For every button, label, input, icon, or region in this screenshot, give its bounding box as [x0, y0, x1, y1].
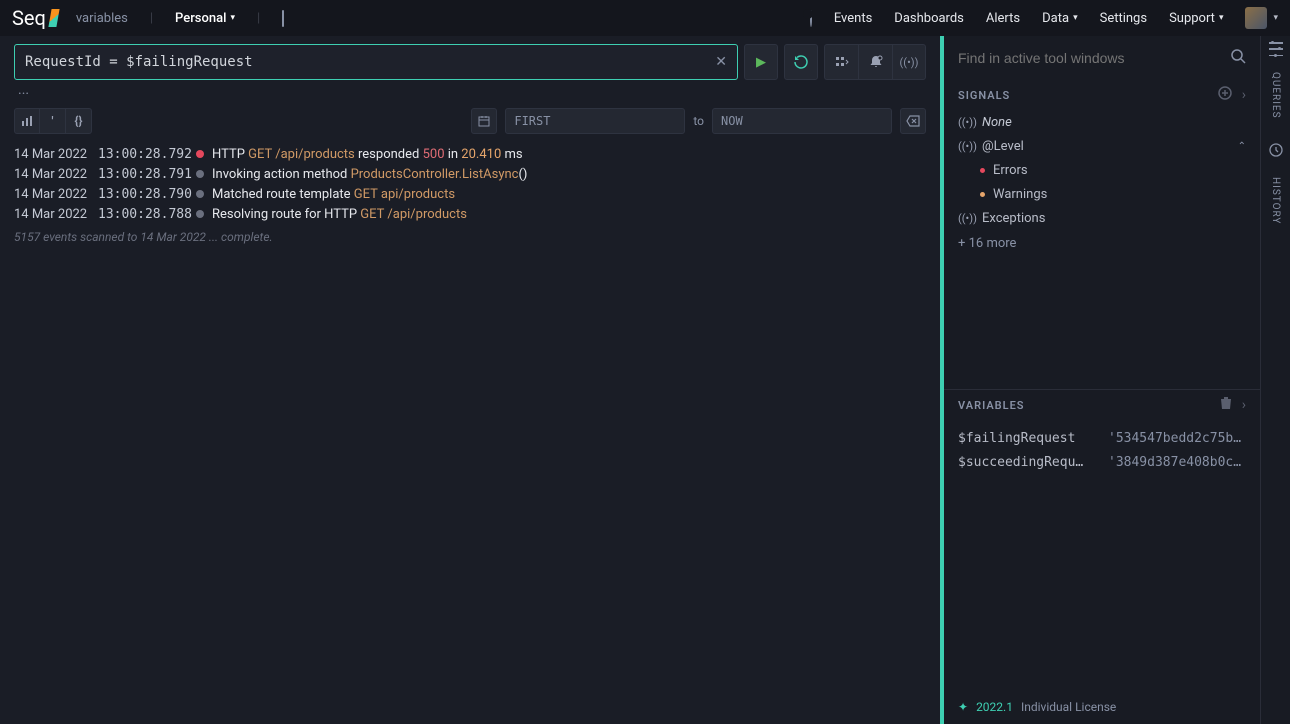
variable-value: '534547bedd2c75b…: [1108, 431, 1246, 446]
warning-dot-icon: [980, 192, 985, 197]
calendar-button[interactable]: [471, 108, 497, 134]
variable-row[interactable]: $failingRequest '534547bedd2c75b…: [958, 426, 1246, 450]
collapse-signals-button[interactable]: ›: [1242, 87, 1246, 103]
signal-none[interactable]: ((•)) None: [958, 110, 1246, 134]
collapse-variables-button[interactable]: ›: [1242, 397, 1246, 413]
event-date: 14 Mar 2022: [14, 187, 90, 202]
alerts-button[interactable]: [858, 44, 892, 80]
refresh-button[interactable]: [784, 44, 818, 80]
theme-toggle-icon[interactable]: [810, 11, 812, 26]
event-time: 13:00:28.790: [98, 187, 188, 202]
event-row[interactable]: 14 Mar 2022 13:00:28.791 Invoking action…: [14, 164, 926, 184]
history-tab[interactable]: HISTORY: [1270, 173, 1281, 228]
query-input[interactable]: [25, 54, 715, 70]
event-message: Matched route template GET api/products: [212, 187, 455, 202]
nav-dashboards[interactable]: Dashboards: [894, 11, 964, 26]
signal-exceptions[interactable]: ((•)) Exceptions: [958, 206, 1246, 230]
event-message: Resolving route for HTTP GET /api/produc…: [212, 207, 467, 222]
signal-button[interactable]: ((•)): [892, 44, 926, 80]
tick-view-button[interactable]: ': [40, 108, 66, 134]
event-date: 14 Mar 2022: [14, 167, 90, 182]
to-label: to: [693, 114, 704, 128]
error-dot-icon: [980, 168, 985, 173]
signal-errors[interactable]: Errors: [958, 158, 1246, 182]
workspace-dropdown[interactable]: Personal▾: [175, 11, 235, 26]
clear-time-button[interactable]: [900, 108, 926, 134]
variables-heading: VARIABLES: [958, 399, 1025, 412]
save-icon[interactable]: [282, 11, 284, 26]
signal-icon: ((•)): [958, 140, 974, 153]
signal-level[interactable]: ((•)) @Level ⌃: [958, 134, 1246, 158]
nav-alerts[interactable]: Alerts: [986, 11, 1020, 26]
nav-data[interactable]: Data▾: [1042, 11, 1077, 26]
variable-value: '3849d387e408b0c…: [1108, 455, 1246, 470]
user-menu-chevron[interactable]: ▾: [1273, 13, 1278, 23]
suggestions-ellipsis: ...: [0, 80, 940, 100]
queries-tab[interactable]: QUERIES: [1270, 68, 1281, 123]
add-signal-button[interactable]: [1218, 86, 1232, 104]
scan-status: 5157 events scanned to 14 Mar 2022 ... c…: [0, 226, 940, 248]
signal-icon: ((•)): [958, 116, 974, 129]
time-from-input[interactable]: [505, 108, 685, 134]
avatar[interactable]: [1245, 7, 1267, 29]
run-button[interactable]: ▶: [744, 44, 778, 80]
chart-view-button[interactable]: [14, 108, 40, 134]
json-view-button[interactable]: {}: [66, 108, 92, 134]
level-dot-icon: [196, 210, 204, 218]
nav-support[interactable]: Support▾: [1169, 11, 1223, 26]
event-time: 13:00:28.788: [98, 207, 188, 222]
event-time: 13:00:28.792: [98, 147, 188, 162]
event-date: 14 Mar 2022: [14, 207, 90, 222]
event-date: 14 Mar 2022: [14, 147, 90, 162]
event-row[interactable]: 14 Mar 2022 13:00:28.792 HTTP GET /api/p…: [14, 144, 926, 164]
chevron-up-icon: ⌃: [1238, 141, 1246, 152]
variable-name: $succeedingReque…: [958, 455, 1088, 470]
search-icon[interactable]: [1230, 48, 1246, 68]
queries-tab-icon[interactable]: [1269, 42, 1283, 56]
signal-warnings[interactable]: Warnings: [958, 182, 1246, 206]
variable-name: $failingRequest: [958, 431, 1088, 446]
breadcrumb-label: variables: [76, 11, 128, 26]
level-dot-icon: [196, 150, 204, 158]
level-dot-icon: [196, 190, 204, 198]
event-message: Invoking action method ProductsControlle…: [212, 167, 527, 182]
find-input[interactable]: [958, 50, 1230, 66]
level-dot-icon: [196, 170, 204, 178]
signals-heading: SIGNALS: [958, 89, 1010, 102]
event-row[interactable]: 14 Mar 2022 13:00:28.790 Matched route t…: [14, 184, 926, 204]
delete-variables-button[interactable]: [1220, 396, 1232, 414]
version-label[interactable]: 2022.1: [976, 700, 1013, 714]
variable-row[interactable]: $succeedingReque… '3849d387e408b0c…: [958, 450, 1246, 474]
app-logo[interactable]: Seq: [12, 6, 58, 30]
clear-query-icon[interactable]: ✕: [715, 54, 727, 70]
signals-more[interactable]: + 16 more: [958, 230, 1246, 251]
time-to-input[interactable]: [712, 108, 892, 134]
columns-button[interactable]: [824, 44, 858, 80]
event-row[interactable]: 14 Mar 2022 13:00:28.788 Resolving route…: [14, 204, 926, 224]
nav-settings[interactable]: Settings: [1100, 11, 1147, 26]
nav-events[interactable]: Events: [834, 11, 872, 26]
signal-icon: ((•)): [958, 212, 974, 225]
history-tab-icon[interactable]: [1269, 143, 1283, 161]
event-message: HTTP GET /api/products responded 500 in …: [212, 147, 523, 162]
event-time: 13:00:28.791: [98, 167, 188, 182]
sparkle-icon: ✦: [958, 700, 968, 714]
license-label: Individual License: [1021, 700, 1116, 714]
